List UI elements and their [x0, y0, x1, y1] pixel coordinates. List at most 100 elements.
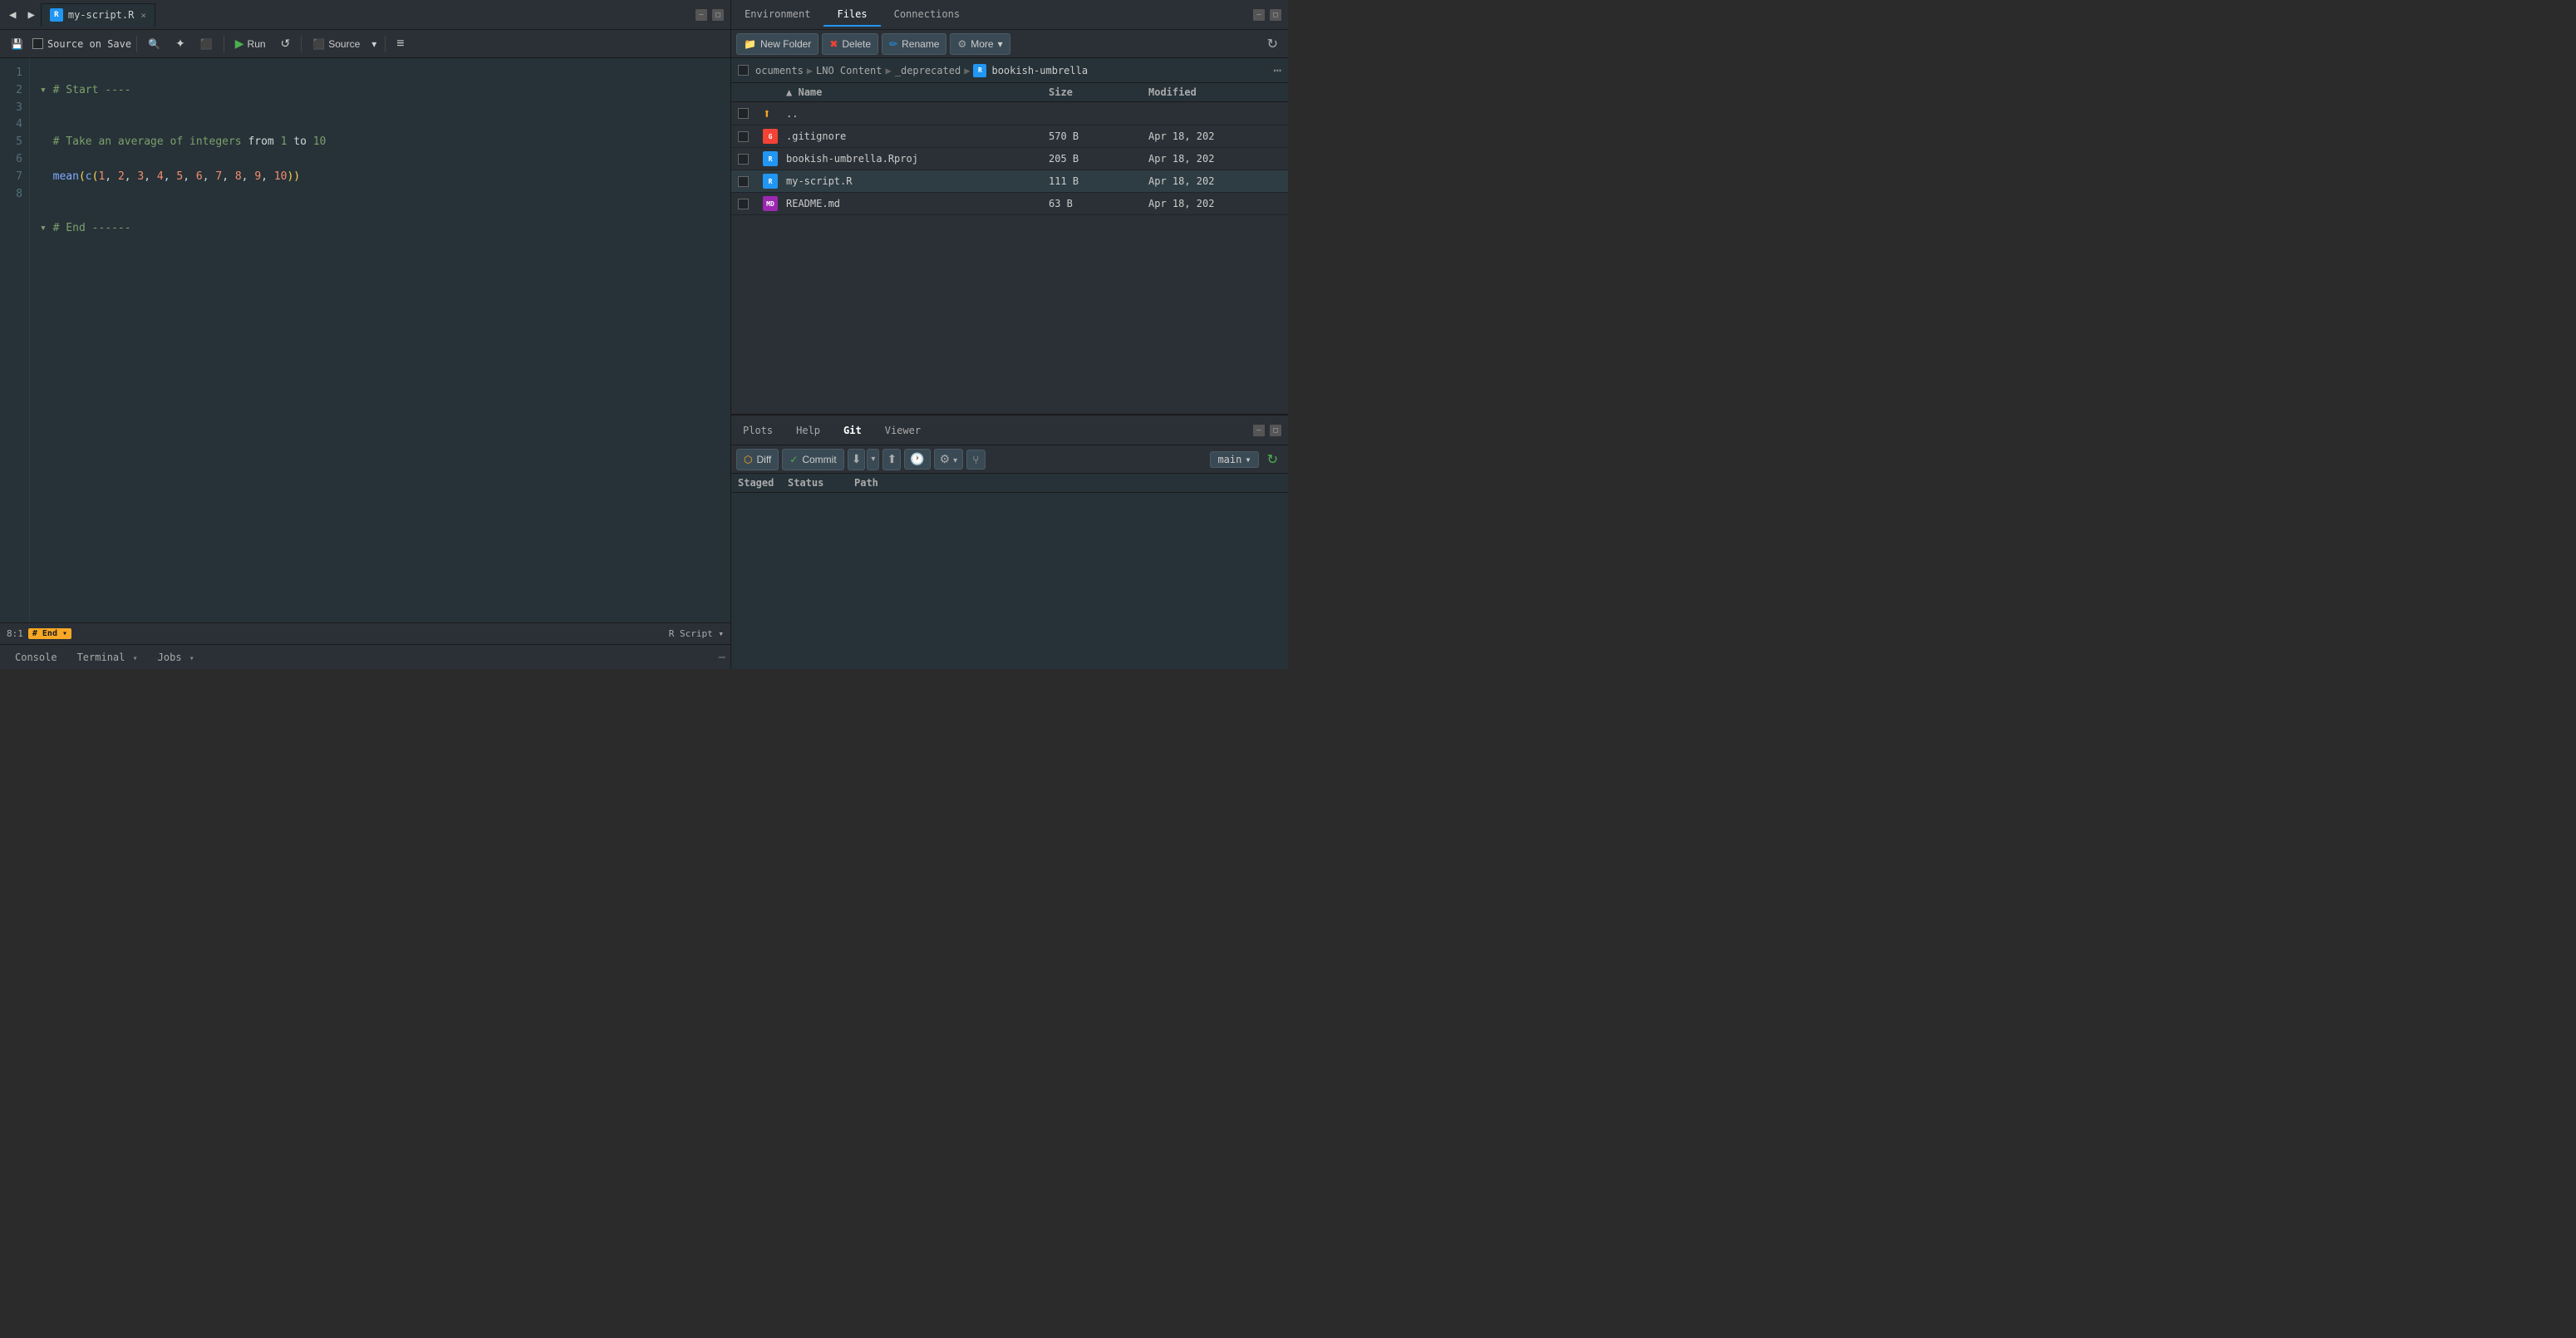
file-row-myscript[interactable]: R my-script.R 111 B Apr 18, 202 [731, 170, 1288, 193]
git-section: Plots Help Git Viewer — □ ⬡ Diff [731, 416, 1288, 669]
file-checkbox-parent[interactable] [738, 108, 749, 119]
pull-dropdown-button[interactable]: ▾ [867, 449, 879, 470]
minimize-button[interactable]: — [696, 9, 707, 21]
file-row-readme[interactable]: MD README.md 63 B Apr 18, 202 [731, 193, 1288, 215]
section-badge[interactable]: # End ▾ [28, 628, 71, 639]
tab-files[interactable]: Files [823, 3, 880, 27]
tab-label: my-script.R [68, 9, 134, 21]
git-minimize-button[interactable]: — [1253, 425, 1265, 436]
file-checkbox-readme[interactable] [738, 199, 749, 209]
source-dropdown-group: ⬛ Source ▾ [307, 33, 380, 55]
git-settings-button[interactable]: ⚙ ▾ [934, 449, 963, 470]
file-size-myscript: 111 B [1049, 175, 1148, 187]
file-row-parent[interactable]: ⬆ .. [731, 102, 1288, 125]
terminal-tab[interactable]: Terminal ▾ [67, 648, 148, 667]
console-tab[interactable]: Console [5, 648, 67, 667]
branch-selector[interactable]: main ▾ [1210, 451, 1258, 468]
rerun-button[interactable]: ↺ [275, 33, 297, 55]
history-button[interactable]: 🕐 [904, 449, 930, 470]
panel-maximize-button[interactable]: □ [1270, 9, 1281, 21]
files-refresh-button[interactable]: ↻ [1262, 33, 1283, 55]
git-branch-icon: ⑂ [972, 453, 979, 466]
file-checkbox-rproj[interactable] [738, 154, 749, 165]
commit-button[interactable]: ✓ Commit [782, 449, 843, 470]
diff-icon: ⬡ [744, 454, 752, 465]
git-win-controls: — □ [1253, 425, 1288, 436]
tab-viewer[interactable]: Viewer [873, 420, 932, 441]
file-name-readme: README.md [786, 198, 1049, 209]
settings-icon: ⚙ [940, 452, 951, 465]
modified-column-header[interactable]: Modified [1148, 86, 1281, 98]
file-checkbox-myscript[interactable] [738, 176, 749, 187]
new-folder-icon: 📁 [744, 38, 756, 50]
toolbar-separator [136, 36, 137, 52]
branch-dropdown-arrow: ▾ [1245, 454, 1251, 465]
code-line-8 [40, 255, 720, 273]
maximize-button[interactable]: □ [712, 9, 724, 21]
source-dropdown-arrow: ▾ [371, 38, 376, 50]
tab-environment[interactable]: Environment [731, 3, 823, 27]
settings-arrow: ▾ [953, 456, 957, 465]
name-column-header[interactable]: ▲ Name [786, 86, 1049, 98]
pull-button[interactable]: ⬇ [848, 449, 866, 470]
lines-icon: ≡ [396, 37, 404, 52]
source-on-save-toggle[interactable]: Source on Save [32, 38, 131, 50]
source-dropdown-button[interactable]: ▾ [368, 33, 380, 55]
push-button[interactable]: ⬆ [882, 449, 901, 470]
new-folder-button[interactable]: 📁 New Folder [736, 33, 819, 55]
bc-segment-project[interactable]: bookish-umbrella [991, 65, 1088, 76]
rename-button[interactable]: ✏ Rename [882, 33, 946, 55]
file-row-gitignore[interactable]: G .gitignore 570 B Apr 18, 202 [731, 125, 1288, 148]
wand-button[interactable]: ✦ [170, 33, 191, 55]
editor-window-controls: — □ [696, 9, 727, 21]
nav-forward-icon: ▶ [27, 8, 34, 22]
find-button[interactable]: 🔍 [142, 33, 166, 55]
panel-minimize-button[interactable]: — [1253, 9, 1265, 21]
git-staged-header: Staged Status Path [731, 474, 1288, 493]
jobs-arrow: ▾ [189, 654, 194, 663]
cursor-position: 8:1 [7, 628, 23, 639]
tab-plots[interactable]: Plots [731, 420, 784, 441]
bottom-minimize[interactable]: — [719, 651, 725, 664]
source-button[interactable]: ⬛ Source [307, 33, 366, 55]
breadcrumb-more-button[interactable]: ⋯ [1273, 62, 1281, 78]
editor-tab-my-script[interactable]: R my-script.R × [41, 3, 155, 27]
tab-help[interactable]: Help [784, 420, 832, 441]
more-dropdown-arrow: ▾ [998, 38, 1003, 50]
lines-button[interactable]: ≡ [391, 33, 410, 55]
file-checkbox-gitignore[interactable] [738, 131, 749, 142]
push-icon: ⬆ [887, 452, 897, 466]
run-button[interactable]: ▶ Run [229, 33, 272, 55]
file-size-rproj: 205 B [1049, 153, 1148, 165]
code-editor[interactable]: ▾ # Start ---- # Take an average of inte… [30, 58, 730, 622]
git-diff-icon-button[interactable]: ⑂ [966, 450, 985, 470]
size-column-header[interactable]: Size [1049, 86, 1148, 98]
git-toolbar: ⬡ Diff ✓ Commit ⬇ ▾ ⬆ 🕐 ⚙ [731, 445, 1288, 474]
source-on-save-checkbox[interactable] [32, 38, 43, 49]
save-button[interactable]: 💾 [5, 33, 29, 55]
bc-segment-lno[interactable]: LNO Content [816, 65, 882, 76]
breadcrumb-checkbox[interactable] [738, 65, 749, 76]
md-file-icon: MD [763, 196, 778, 211]
nav-back-button[interactable]: ◀ [3, 4, 22, 26]
git-maximize-button[interactable]: □ [1270, 425, 1281, 436]
nav-forward-button[interactable]: ▶ [22, 4, 40, 26]
path-col-header: Path [854, 477, 1281, 489]
file-row-rproj[interactable]: R bookish-umbrella.Rproj 205 B Apr 18, 2… [731, 148, 1288, 170]
diff-button[interactable]: ⬡ Diff [736, 449, 779, 470]
status-left: 8:1 # End ▾ [7, 628, 71, 639]
script-type[interactable]: R Script ▾ [669, 628, 724, 639]
code-area[interactable]: 1 2 3 4 5 6 7 8 ▾ # Start ---- # Take an… [0, 58, 730, 622]
terminal-arrow: ▾ [133, 654, 138, 663]
tab-connections[interactable]: Connections [881, 3, 973, 27]
delete-button[interactable]: ✖ Delete [822, 33, 878, 55]
square-button[interactable]: ⬛ [194, 33, 219, 55]
bc-segment-documents[interactable]: ocuments [755, 65, 804, 76]
tab-git[interactable]: Git [832, 420, 873, 441]
tab-close-button[interactable]: × [140, 10, 146, 21]
r-script-file-icon: R [763, 174, 778, 189]
more-button[interactable]: ⚙ More ▾ [950, 33, 1010, 55]
git-refresh-button[interactable]: ↻ [1262, 449, 1283, 470]
bc-segment-deprecated[interactable]: _deprecated [895, 65, 961, 76]
jobs-tab[interactable]: Jobs ▾ [148, 648, 204, 667]
